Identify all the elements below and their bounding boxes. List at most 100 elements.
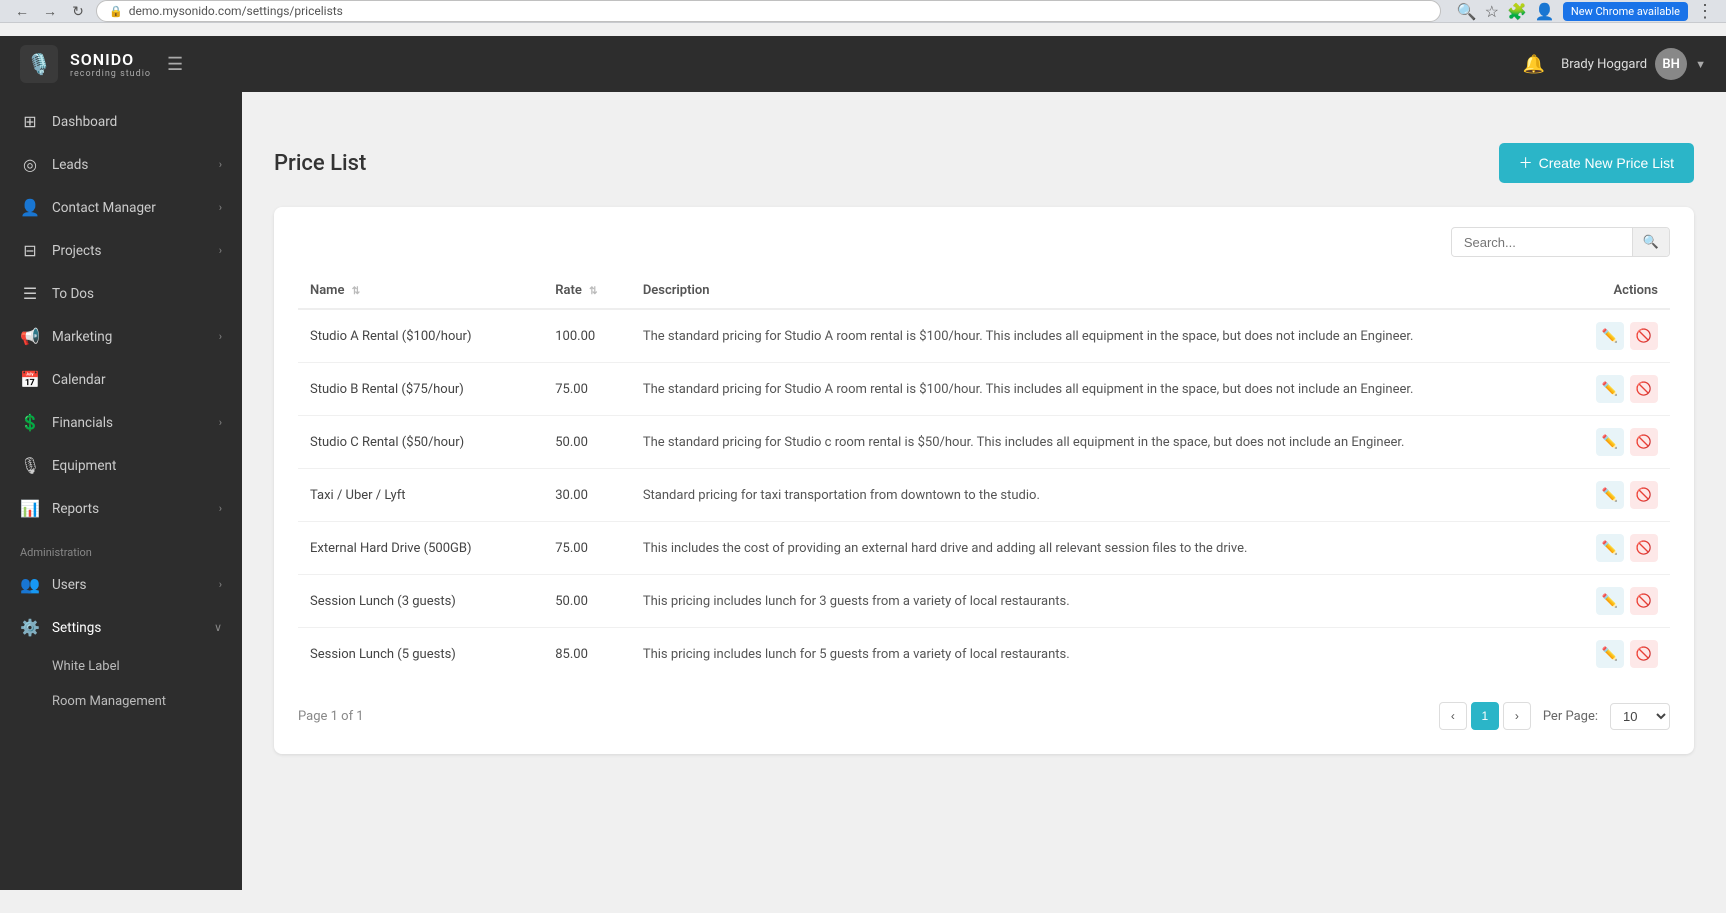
sidebar-item-settings[interactable]: ⚙️ Settings ∨: [0, 606, 242, 649]
cell-rate: 50.00: [543, 575, 631, 628]
table-row: Taxi / Uber / Lyft 30.00 Standard pricin…: [298, 469, 1670, 522]
sidebar-item-dashboard[interactable]: ⊞ Dashboard: [0, 100, 242, 143]
cell-actions: ✏️ 🚫: [1556, 522, 1670, 575]
pagination-row: Page 1 of 1 ‹ 1 › Per Page: 10 25 50 100: [298, 698, 1670, 730]
cell-rate: 75.00: [543, 522, 631, 575]
price-list-table: Name ⇅ Rate ⇅ Description Actions: [298, 273, 1670, 680]
sidebar-item-calendar[interactable]: 📅 Calendar: [0, 358, 242, 401]
col-rate[interactable]: Rate ⇅: [543, 273, 631, 309]
calendar-icon: 📅: [20, 370, 40, 389]
delete-button[interactable]: 🚫: [1630, 534, 1658, 562]
zoom-icon[interactable]: 🔍: [1457, 2, 1477, 21]
table-row: Session Lunch (5 guests) 85.00 This pric…: [298, 628, 1670, 681]
search-button[interactable]: 🔍: [1632, 228, 1669, 256]
todos-icon: ☰: [20, 284, 40, 303]
financials-icon: 💲: [20, 413, 40, 432]
delete-button[interactable]: 🚫: [1630, 322, 1658, 350]
table-header: Name ⇅ Rate ⇅ Description Actions: [298, 273, 1670, 309]
table-row: External Hard Drive (500GB) 75.00 This i…: [298, 522, 1670, 575]
star-icon[interactable]: ☆: [1485, 2, 1499, 21]
hamburger-icon[interactable]: ☰: [167, 54, 183, 75]
per-page-label: Per Page:: [1543, 709, 1598, 724]
projects-icon: ⊟: [20, 241, 40, 260]
header-right: 🔔 Brady Hoggard BH ▼: [1523, 48, 1706, 80]
cell-rate: 100.00: [543, 309, 631, 363]
sidebar-item-financials[interactable]: 💲 Financials ›: [0, 401, 242, 444]
logo-subtext: recording studio: [70, 69, 151, 79]
sidebar-item-marketing[interactable]: 📢 Marketing ›: [0, 315, 242, 358]
sidebar-item-leads[interactable]: ◎ Leads ›: [0, 143, 242, 186]
room-management-label: Room Management: [52, 694, 166, 709]
admin-section-label: Administration: [0, 530, 242, 563]
cell-actions: ✏️ 🚫: [1556, 416, 1670, 469]
next-page-btn[interactable]: ›: [1503, 702, 1531, 730]
edit-button[interactable]: ✏️: [1596, 481, 1624, 509]
edit-button[interactable]: ✏️: [1596, 534, 1624, 562]
create-price-list-button[interactable]: ＋ Create New Price List: [1499, 143, 1694, 183]
sidebar-sub-item-white-label[interactable]: White Label: [0, 649, 242, 684]
user-info[interactable]: Brady Hoggard BH ▼: [1561, 48, 1706, 80]
new-chrome-badge[interactable]: New Chrome available: [1563, 2, 1688, 21]
actions-cell: ✏️ 🚫: [1568, 428, 1658, 456]
sidebar-item-reports[interactable]: 📊 Reports ›: [0, 487, 242, 530]
sidebar-item-todos[interactable]: ☰ To Dos: [0, 272, 242, 315]
table-row: Session Lunch (3 guests) 50.00 This pric…: [298, 575, 1670, 628]
avatar: BH: [1655, 48, 1687, 80]
cell-name: External Hard Drive (500GB): [298, 522, 543, 575]
table-top-bar: 🔍: [298, 227, 1670, 257]
cell-actions: ✏️ 🚫: [1556, 469, 1670, 522]
delete-button[interactable]: 🚫: [1630, 481, 1658, 509]
table-row: Studio B Rental ($75/hour) 75.00 The sta…: [298, 363, 1670, 416]
delete-button[interactable]: 🚫: [1630, 428, 1658, 456]
sidebar-item-label: Projects: [52, 243, 102, 259]
plus-icon: ＋: [1519, 153, 1533, 173]
profile-icon[interactable]: 👤: [1535, 2, 1555, 21]
dashboard-icon: ⊞: [20, 112, 40, 131]
edit-button[interactable]: ✏️: [1596, 322, 1624, 350]
sidebar-item-label: Calendar: [52, 372, 106, 388]
equipment-icon: 🎙: [20, 456, 40, 475]
sidebar-item-contact-manager[interactable]: 👤 Contact Manager ›: [0, 186, 242, 229]
sidebar-sub-item-room-management[interactable]: Room Management: [0, 684, 242, 719]
menu-dots-icon[interactable]: ⋮: [1696, 1, 1714, 22]
cell-name: Taxi / Uber / Lyft: [298, 469, 543, 522]
delete-button[interactable]: 🚫: [1630, 640, 1658, 668]
edit-button[interactable]: ✏️: [1596, 640, 1624, 668]
users-icon: 👥: [20, 575, 40, 594]
edit-button[interactable]: ✏️: [1596, 587, 1624, 615]
edit-button[interactable]: ✏️: [1596, 375, 1624, 403]
url-bar[interactable]: 🔒 demo.mysonido.com/settings/pricelists: [96, 0, 1441, 22]
reload-btn[interactable]: ↻: [68, 1, 88, 21]
sort-icon: ⇅: [589, 286, 597, 297]
delete-button[interactable]: 🚫: [1630, 587, 1658, 615]
chevron-right-icon: ›: [219, 502, 222, 515]
cell-name: Studio B Rental ($75/hour): [298, 363, 543, 416]
forward-btn[interactable]: →: [40, 1, 60, 21]
sidebar-item-projects[interactable]: ⊟ Projects ›: [0, 229, 242, 272]
sidebar-item-equipment[interactable]: 🎙 Equipment: [0, 444, 242, 487]
browser-bar: ← → ↻ 🔒 demo.mysonido.com/settings/price…: [0, 0, 1726, 23]
prev-page-btn[interactable]: ‹: [1439, 702, 1467, 730]
col-name[interactable]: Name ⇅: [298, 273, 543, 309]
main-content: Price List ＋ Create New Price List 🔍 Nam…: [242, 115, 1726, 913]
cell-actions: ✏️ 🚫: [1556, 363, 1670, 416]
table-row: Studio A Rental ($100/hour) 100.00 The s…: [298, 309, 1670, 363]
per-page-select[interactable]: 10 25 50 100: [1610, 703, 1670, 730]
cell-name: Studio A Rental ($100/hour): [298, 309, 543, 363]
sidebar-item-label: Users: [52, 577, 86, 593]
extensions-icon[interactable]: 🧩: [1507, 2, 1527, 21]
back-btn[interactable]: ←: [12, 1, 32, 21]
col-actions: Actions: [1556, 273, 1670, 309]
price-list-card: 🔍 Name ⇅ Rate ⇅ Description: [274, 207, 1694, 754]
sidebar-item-label: Equipment: [52, 458, 116, 474]
sidebar-item-users[interactable]: 👥 Users ›: [0, 563, 242, 606]
sidebar: ⊞ Dashboard ◎ Leads › 👤 Contact Manager …: [0, 92, 242, 890]
user-dropdown-icon: ▼: [1695, 58, 1706, 71]
chevron-right-icon: ›: [219, 416, 222, 429]
page-btn-1[interactable]: 1: [1471, 702, 1499, 730]
delete-button[interactable]: 🚫: [1630, 375, 1658, 403]
bell-icon[interactable]: 🔔: [1523, 54, 1545, 75]
edit-button[interactable]: ✏️: [1596, 428, 1624, 456]
search-input[interactable]: [1452, 229, 1632, 256]
sidebar-item-label: Financials: [52, 415, 113, 431]
